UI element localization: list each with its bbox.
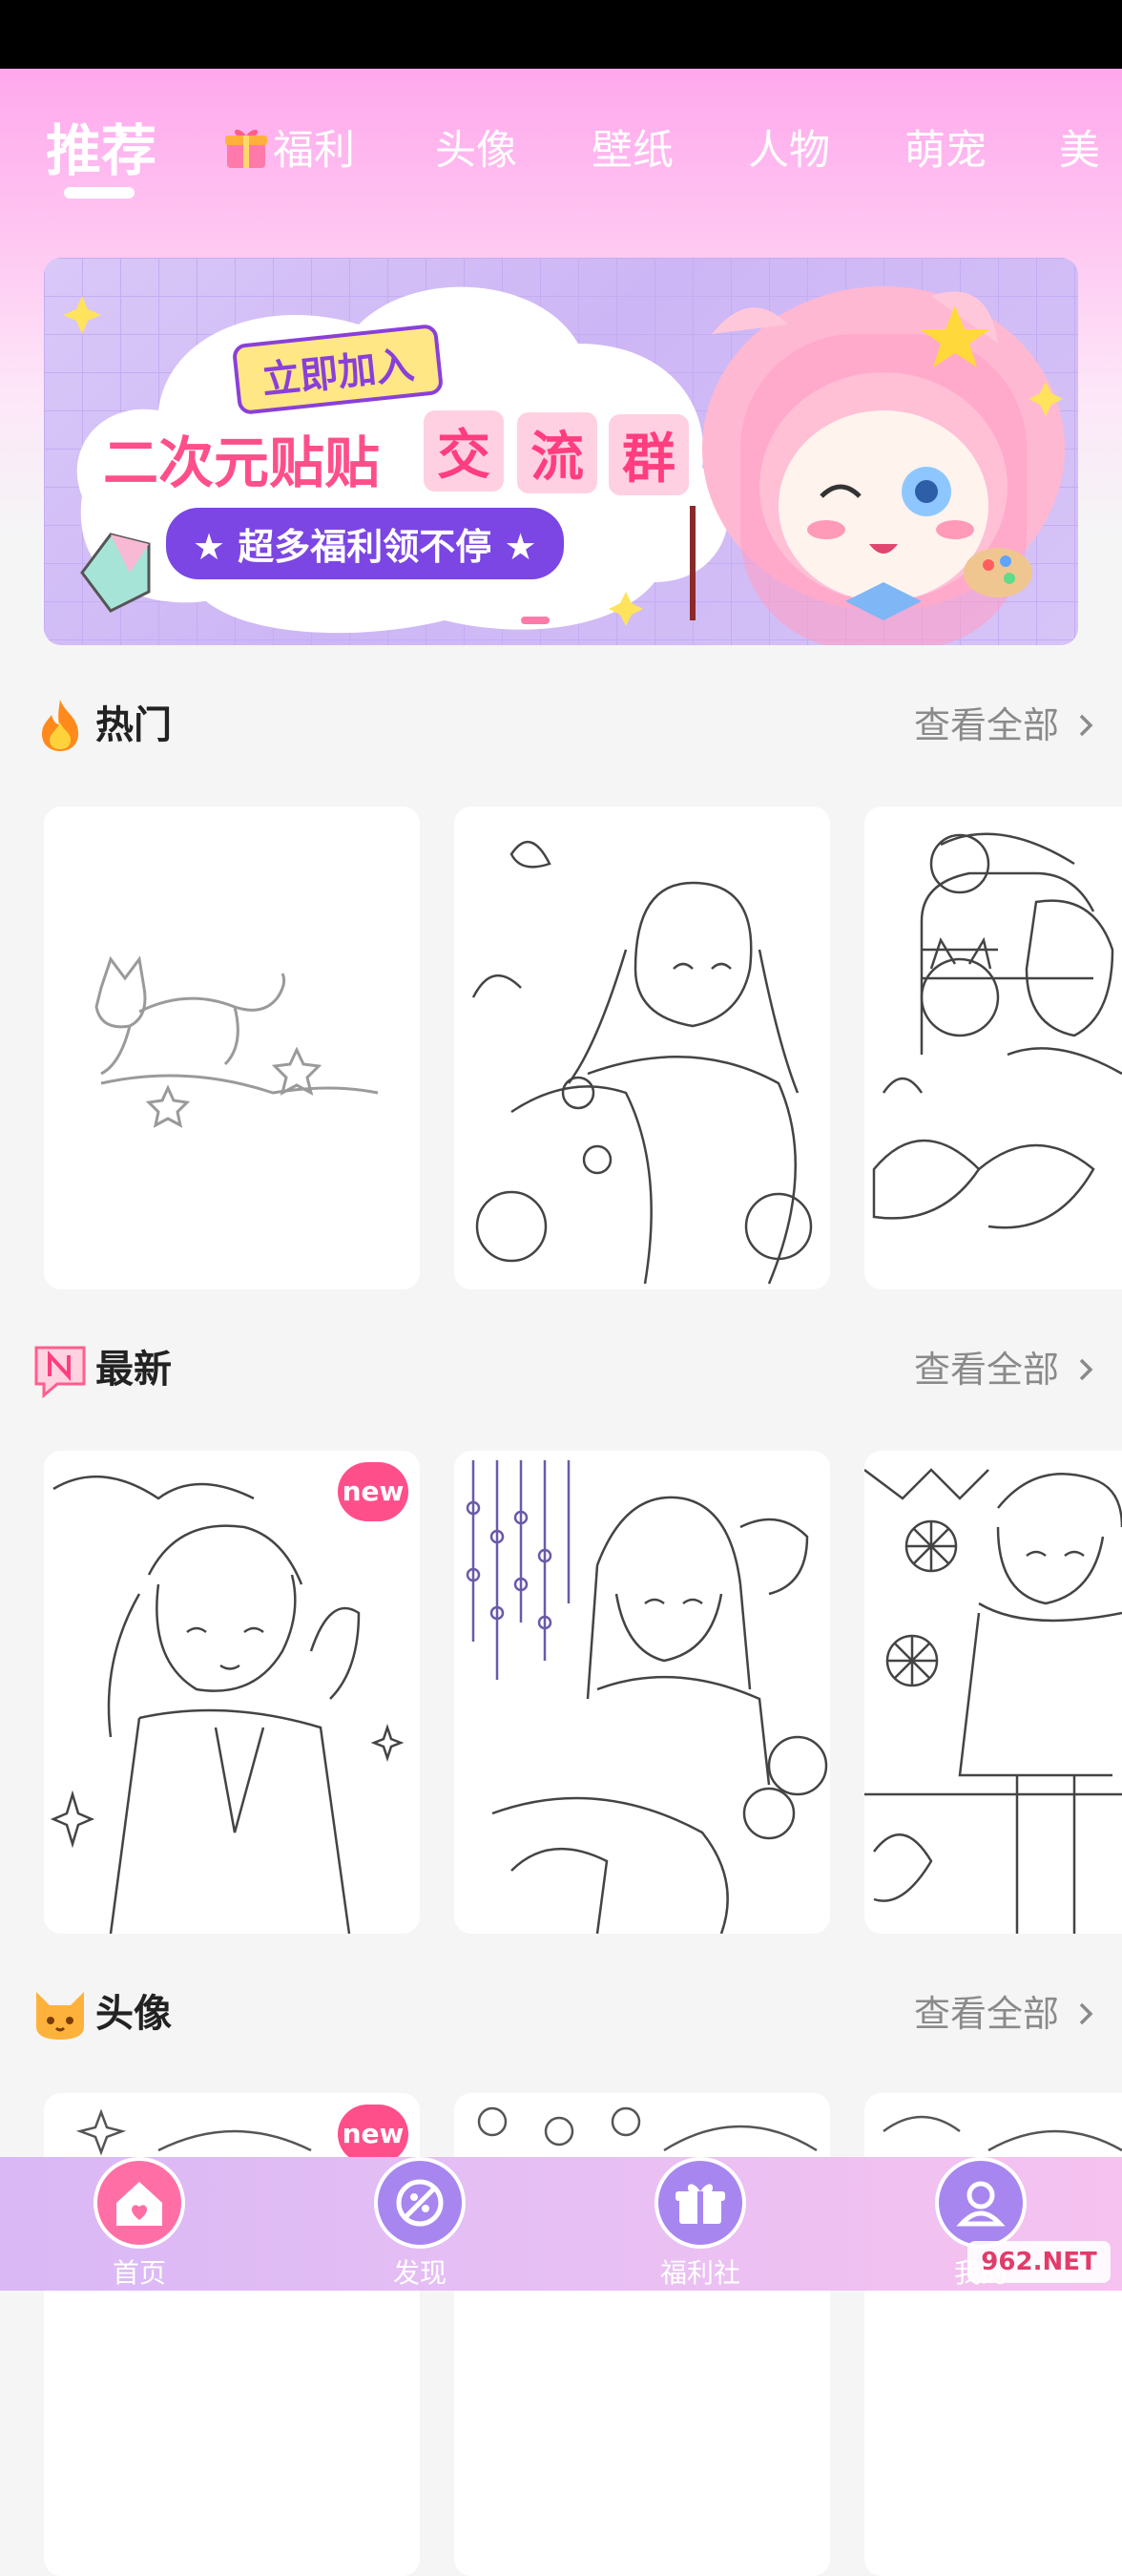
- gift-icon: [654, 2157, 746, 2249]
- new-card-girl-wave[interactable]: new: [44, 1451, 420, 1934]
- tab-more-partial[interactable]: 美: [1059, 115, 1100, 187]
- hot-card-cat[interactable]: [44, 806, 420, 1289]
- girl-wave-lineart: [50, 1475, 405, 1934]
- nav-welfare-label: 福利社: [659, 2257, 740, 2289]
- status-bar: [0, 0, 1122, 69]
- nav-discover[interactable]: 发现: [343, 2157, 496, 2291]
- new-badge: new: [338, 1462, 408, 1521]
- new-badge: new: [338, 2105, 408, 2164]
- active-tab-indicator: [64, 187, 135, 199]
- section-hot-view-all[interactable]: 查看全部: [914, 692, 1059, 759]
- chevron-right-icon[interactable]: [1074, 2001, 1099, 2026]
- banner-group-box-2: 流: [517, 412, 597, 493]
- chevron-right-icon[interactable]: [1074, 1357, 1099, 1382]
- girl-wisteria-lineart: [466, 1460, 828, 1934]
- section-hot-title: 热门: [95, 703, 172, 747]
- tab-character[interactable]: 人物: [748, 115, 830, 187]
- cat-lineart: [94, 955, 379, 1128]
- nav-home-label: 首页: [112, 2257, 166, 2289]
- gift-icon: [223, 120, 269, 168]
- category-tabs: 推荐 福利 头像 壁纸 人物 萌宠 美: [0, 115, 1122, 210]
- section-avatar-view-all[interactable]: 查看全部: [914, 1980, 1059, 2047]
- section-hot-header: 热门 查看全部: [0, 692, 1122, 759]
- new-card-winter-couple-partial[interactable]: [864, 1451, 1122, 1934]
- bottom-navigation: 首页 发现 福利社: [0, 2157, 1122, 2291]
- tab-wallpaper[interactable]: 壁纸: [592, 115, 674, 187]
- compass-icon: [374, 2157, 466, 2249]
- banner-group-box-1: 交: [424, 410, 504, 492]
- girl-with-cat-lineart: [872, 832, 1122, 1229]
- winter-couple-lineart: [864, 1468, 1122, 1934]
- nav-welfare[interactable]: 福利社: [624, 2157, 777, 2291]
- hot-card-girl-cat-partial[interactable]: [864, 806, 1122, 1289]
- banner-headline: 二次元贴贴: [103, 430, 381, 495]
- fire-icon: [42, 700, 78, 751]
- home-icon: [94, 2157, 185, 2249]
- banner-subline: ★ 超多福利领不停 ★: [166, 508, 564, 579]
- tab-welfare[interactable]: 福利: [223, 115, 355, 187]
- nav-home[interactable]: 首页: [63, 2157, 216, 2291]
- new-card-girl-wisteria[interactable]: [454, 1451, 830, 1934]
- cat-face-icon: [36, 1992, 84, 2040]
- promo-banner[interactable]: 立即加入 二次元贴贴 交 流 群 ★ 超多福利领不停 ★: [44, 258, 1078, 645]
- tab-recommend[interactable]: 推荐: [46, 115, 156, 187]
- tab-pets[interactable]: 萌宠: [904, 115, 987, 187]
- section-new-header: 最新 查看全部: [0, 1336, 1122, 1403]
- watermark-logo: 962.NET: [967, 2241, 1111, 2283]
- section-avatar-header: 头像 查看全部: [0, 1980, 1122, 2047]
- tab-avatar[interactable]: 头像: [435, 115, 517, 187]
- nav-discover-label: 发现: [392, 2257, 447, 2289]
- chevron-right-icon[interactable]: [1074, 713, 1099, 738]
- girl-fur-lineart: [471, 840, 813, 1285]
- user-icon: [935, 2157, 1027, 2249]
- section-avatar-title: 头像: [95, 1992, 172, 2036]
- new-n-icon: [34, 1346, 86, 1399]
- section-new-view-all[interactable]: 查看全部: [914, 1336, 1059, 1403]
- tab-welfare-label: 福利: [273, 127, 355, 175]
- banner-group-box-3: 群: [609, 414, 689, 495]
- hot-card-girl-fur[interactable]: [454, 806, 830, 1289]
- section-new-title: 最新: [95, 1348, 172, 1392]
